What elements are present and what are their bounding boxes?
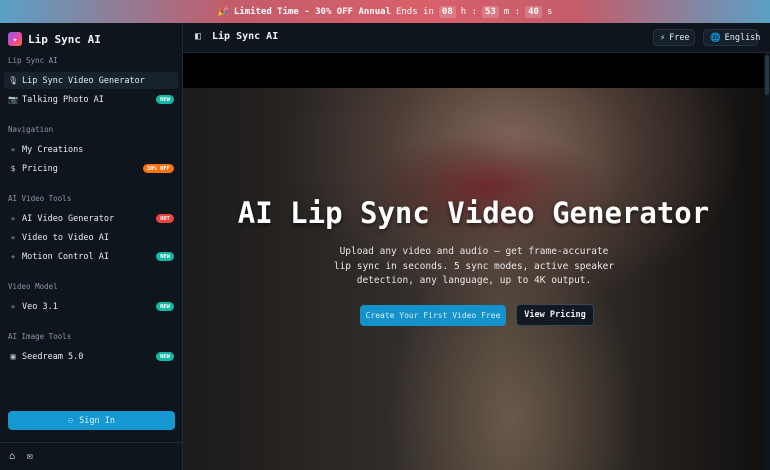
sidebar-item-ai-video-generator[interactable]: ✧ AI Video Generator HOT xyxy=(4,210,178,227)
countdown-seconds-label: s xyxy=(546,6,553,17)
sidebar-item-label: AI Video Generator xyxy=(22,213,115,224)
hero-section: AI Lip Sync Video Generator Upload any v… xyxy=(183,88,764,470)
hero-title: AI Lip Sync Video Generator xyxy=(237,196,710,230)
sidebar-item-label: Lip Sync Video Generator xyxy=(22,75,145,86)
new-badge: NEW xyxy=(156,352,174,361)
promo-headline: Limited Time - 30% OFF Annual xyxy=(233,6,391,17)
new-badge: NEW xyxy=(156,302,174,311)
section-title-navigation: Navigation xyxy=(8,125,54,134)
sidebar-item-label: Video to Video AI xyxy=(22,232,109,243)
camera-icon: 📷 xyxy=(8,95,18,104)
sidebar: ✦ Lip Sync AI Lip Sync AI 🎙 Lip Sync Vid… xyxy=(0,23,183,470)
new-badge: NEW xyxy=(156,252,174,261)
sparkle-icon: ✧ xyxy=(10,214,16,223)
sidebar-item-veo[interactable]: ✧ Veo 3.1 NEW xyxy=(4,298,178,315)
sparkle-icon: ✧ xyxy=(10,233,16,242)
sidebar-item-talking-photo[interactable]: 📷 Talking Photo AI NEW xyxy=(4,91,178,108)
discount-badge: 30% OFF xyxy=(142,164,174,173)
section-title-video-model: Video Model xyxy=(8,282,58,291)
sign-in-button[interactable]: ⚇ Sign In xyxy=(8,411,175,430)
dollar-icon: $ xyxy=(10,164,16,173)
sidebar-item-label: Pricing xyxy=(22,163,58,174)
section-title-image-tools: AI Image Tools xyxy=(8,332,72,341)
language-label: English xyxy=(724,32,761,43)
globe-icon: 🌐 xyxy=(710,32,721,43)
mic-icon: 🎙 xyxy=(8,76,19,85)
countdown-hours-label: h : xyxy=(460,6,478,17)
sidebar-item-motion-control[interactable]: ✧ Motion Control AI NEW xyxy=(4,248,178,265)
hot-badge: HOT xyxy=(156,214,174,223)
image-icon: ▣ xyxy=(10,352,16,361)
language-selector[interactable]: 🌐 English xyxy=(703,29,761,46)
sparkle-icon: ✧ xyxy=(10,252,16,261)
sparkle-icon: ✧ xyxy=(10,145,16,154)
home-icon[interactable]: ⌂ xyxy=(9,451,15,462)
sidebar-item-label: Talking Photo AI xyxy=(22,94,104,105)
top-bar: ◧ Lip Sync AI ⚡ Free 🌐 English xyxy=(183,23,770,53)
create-first-video-button[interactable]: Create Your First Video Free xyxy=(360,305,506,326)
brand[interactable]: ✦ Lip Sync AI xyxy=(8,29,101,49)
sparkle-icon: ✧ xyxy=(10,302,16,311)
sidebar-item-seedream[interactable]: ▣ Seedream 5.0 NEW xyxy=(4,348,178,365)
sidebar-footer: ⌂ ✉ xyxy=(0,442,183,470)
logo-icon: ✦ xyxy=(8,32,22,46)
scrollbar-thumb[interactable] xyxy=(765,55,769,95)
panel-icon[interactable]: ◧ xyxy=(195,31,201,42)
bolt-icon: ⚡ xyxy=(660,32,666,43)
hero-subtitle: Upload any video and audio — get frame-a… xyxy=(333,246,615,286)
sign-in-label: Sign In xyxy=(79,415,115,426)
page-title: Lip Sync AI xyxy=(212,31,279,42)
countdown-minutes-label: m : xyxy=(503,6,521,17)
user-icon: ⚇ xyxy=(68,415,74,426)
party-icon: 🎉 xyxy=(217,6,229,17)
mail-icon[interactable]: ✉ xyxy=(27,451,33,462)
new-badge: NEW xyxy=(156,95,174,104)
promo-ends-in: Ends in xyxy=(395,6,434,17)
sidebar-item-pricing[interactable]: $ Pricing 30% OFF xyxy=(4,160,178,177)
free-label: Free xyxy=(669,32,690,43)
sidebar-item-label: Veo 3.1 xyxy=(22,301,58,312)
countdown-minutes: 53 xyxy=(482,5,499,18)
sidebar-item-label: Seedream 5.0 xyxy=(22,351,84,362)
sidebar-item-lipsync-generator[interactable]: 🎙 Lip Sync Video Generator xyxy=(4,72,178,89)
free-button[interactable]: ⚡ Free xyxy=(653,29,695,46)
brand-name: Lip Sync AI xyxy=(28,32,101,46)
promo-banner[interactable]: 🎉 Limited Time - 30% OFF Annual Ends in … xyxy=(0,0,770,23)
scrollbar[interactable] xyxy=(764,53,770,470)
sidebar-item-label: My Creations xyxy=(22,144,84,155)
section-title-video-tools: AI Video Tools xyxy=(8,194,72,203)
sidebar-item-label: Motion Control AI xyxy=(22,251,109,262)
countdown-hours: 08 xyxy=(438,5,456,18)
hero-top-band xyxy=(183,53,764,88)
view-pricing-button[interactable]: View Pricing xyxy=(516,304,594,326)
countdown-seconds: 40 xyxy=(525,5,542,18)
section-title-lipsync: Lip Sync AI xyxy=(8,56,58,65)
sidebar-item-video-to-video[interactable]: ✧ Video to Video AI xyxy=(4,229,178,246)
sidebar-item-my-creations[interactable]: ✧ My Creations xyxy=(4,141,178,158)
